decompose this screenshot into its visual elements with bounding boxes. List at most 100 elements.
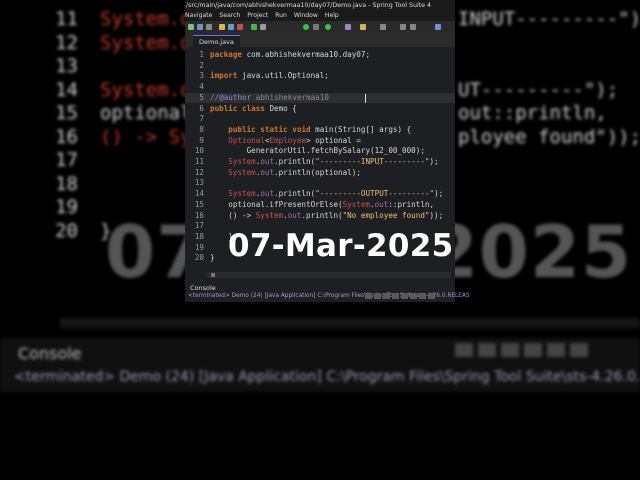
menu-icon	[570, 343, 588, 357]
code-text: public class Demo {	[210, 103, 297, 113]
code-line[interactable]: 14 System.out.println("---------OUTPUT--…	[185, 189, 455, 200]
perspective-icon[interactable]	[435, 24, 441, 30]
print-icon[interactable]	[206, 24, 212, 30]
line-number: 7	[199, 114, 204, 124]
menu-item-window[interactable]: Window	[294, 12, 318, 19]
folder-icon[interactable]	[360, 24, 366, 30]
stop-icon[interactable]	[237, 24, 243, 30]
new-console-icon[interactable]	[428, 293, 435, 299]
background-line-number: 17	[55, 149, 78, 171]
background-line-number: 12	[55, 31, 78, 54]
save-icon[interactable]	[197, 24, 203, 30]
next-annotation-icon[interactable]	[380, 24, 386, 30]
date-overlay: 07-Mar-2025	[228, 228, 454, 264]
menu-item-project[interactable]: Project	[247, 12, 268, 19]
background-right-fragment: out::println,	[458, 102, 607, 124]
run-icon[interactable]	[303, 24, 309, 30]
editor-tabs: Demo.java	[185, 33, 455, 48]
background-code-fragment: System.o	[100, 78, 192, 101]
close-icon	[455, 343, 473, 357]
menu-item-help[interactable]: Help	[325, 12, 339, 19]
server-icon[interactable]	[228, 24, 234, 30]
line-number: 12	[194, 167, 204, 177]
display-console-icon[interactable]	[419, 293, 426, 299]
code-line[interactable]: 8 public static void main(String[] args)…	[185, 125, 455, 136]
terminate-icon[interactable]	[365, 293, 372, 299]
package-icon[interactable]	[345, 24, 351, 30]
code-line[interactable]: 12 System.out.println(optional);	[185, 168, 455, 179]
background-right-fragment: INPUT---------");	[458, 8, 640, 30]
code-text: System.out.println(optional);	[228, 167, 361, 177]
code-text: () -> System.out.println("No employee fo…	[210, 210, 444, 220]
code-line[interactable]: 4	[185, 82, 455, 93]
code-line[interactable]: 2	[185, 61, 455, 72]
code-text: GeneratorUtil.fetchBySalary(12_00_000);	[210, 146, 425, 156]
console-toolbar	[365, 284, 437, 303]
clear-icon	[524, 343, 542, 357]
menu-bar: Navigate Search Project Run Window Help	[185, 11, 455, 21]
background-scrollbar	[60, 318, 640, 328]
code-line[interactable]: 1 package com.abhishekvermaa10.day07;	[185, 50, 455, 61]
back-icon[interactable]	[400, 24, 406, 30]
background-line-number: 20	[55, 219, 78, 242]
line-number: 1	[199, 50, 204, 59]
background-right-fragment: UT---------");	[458, 78, 619, 101]
code-line[interactable]: 13	[185, 178, 455, 189]
line-number: 18	[194, 231, 204, 241]
code-line[interactable]: 10 GeneratorUtil.fetchBySalary(12_00_000…	[185, 146, 455, 157]
new-icon[interactable]	[188, 24, 194, 30]
code-line[interactable]: 16 () -> System.out.println("No employee…	[185, 211, 455, 222]
background-line-number: 14	[55, 78, 78, 101]
background-line-number: 15	[55, 102, 78, 124]
scroll-left-icon[interactable]	[211, 273, 215, 277]
code-line[interactable]: 15 optional.ifPresentOrElse(System.out::…	[185, 200, 455, 211]
code-text: //@author abhishekvermaa10	[210, 92, 329, 102]
forward-icon[interactable]	[410, 24, 416, 30]
lock-icon	[478, 343, 496, 357]
menu-item-search[interactable]: Search	[219, 12, 240, 19]
code-text: import java.util.Optional;	[210, 71, 329, 81]
background-line-number: 16	[55, 125, 78, 148]
debug-icon[interactable]	[251, 24, 257, 30]
open-console-icon	[547, 343, 565, 357]
background-right-fragment: ployee found"));	[458, 125, 640, 148]
line-number: 16	[194, 210, 204, 220]
code-line[interactable]: 7	[185, 114, 455, 125]
code-line[interactable]: 11 System.out.println("---------INPUT---…	[185, 157, 455, 168]
line-number: 20	[194, 253, 204, 263]
window-title: /src/main/java/com/abhishekvermaa10/day0…	[185, 0, 455, 11]
remove-all-icon[interactable]	[383, 293, 390, 299]
line-number: 2	[199, 60, 204, 70]
code-line[interactable]: 9 Optional<Employee> optional =	[185, 136, 455, 147]
horizontal-scrollbar[interactable]	[207, 272, 451, 278]
line-number: 10	[194, 146, 204, 156]
line-number: 8	[199, 124, 204, 134]
build-icon[interactable]	[219, 24, 225, 30]
code-line[interactable]: 3 import java.util.Optional;	[185, 71, 455, 82]
remove-icon[interactable]	[374, 293, 381, 299]
pin-console-icon[interactable]	[410, 293, 417, 299]
background-code-fragment: System.o	[100, 31, 192, 54]
code-text: optional.ifPresentOrElse(System.out::pri…	[210, 199, 435, 209]
background-code-fragment: optional	[100, 102, 192, 124]
text-cursor	[365, 93, 366, 103]
menu-item-navigate[interactable]: Navigate	[185, 12, 212, 19]
line-number: 9	[199, 135, 204, 145]
background-line-number: 19	[55, 196, 78, 218]
scroll-lock-icon[interactable]	[392, 293, 399, 299]
word-wrap-icon[interactable]	[401, 293, 408, 299]
code-line[interactable]: 6 public class Demo {	[185, 104, 455, 115]
external-tools-icon[interactable]	[325, 24, 331, 30]
search-icon[interactable]	[260, 24, 266, 30]
line-number: 14	[194, 189, 204, 199]
line-number: 13	[194, 178, 204, 188]
background-console-title: Console	[18, 344, 82, 363]
code-line[interactable]: 5 //@author abhishekvermaa10	[185, 92, 455, 104]
line-number: 4	[199, 82, 204, 92]
code-text: System.out.println("---------OUTPUT-----…	[228, 189, 444, 199]
menu-item-run[interactable]: Run	[275, 12, 287, 19]
run-dropdown-icon[interactable]	[313, 24, 319, 30]
background-console-status: <terminated> Demo (24) [Java Application…	[14, 369, 640, 385]
console-view: Console <terminated> Demo (24) [Java App…	[185, 282, 470, 303]
toolbar	[185, 21, 455, 33]
